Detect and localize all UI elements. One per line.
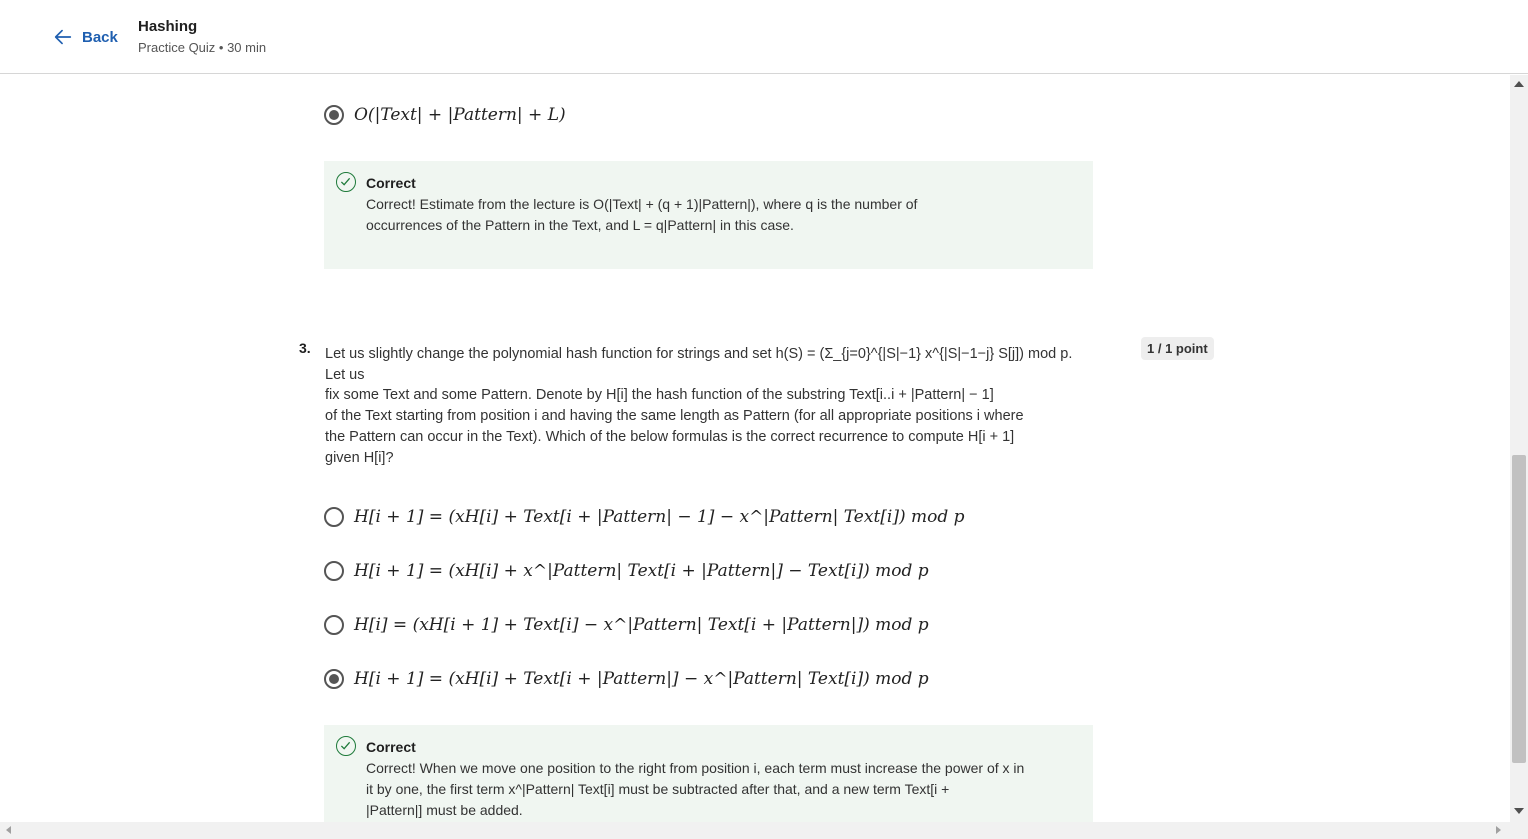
q3-option-4-label: H[i + 1] = (xH[i] + Text[i + |Pattern|] …: [354, 669, 929, 689]
question-number: 3.: [299, 340, 311, 356]
vertical-scrollbar[interactable]: [1510, 75, 1528, 822]
top-bar: Back Hashing Practice Quiz • 30 min: [0, 0, 1528, 74]
radio-unselected-icon[interactable]: [324, 507, 344, 527]
question-line-2: fix some Text and some Pattern. Denote b…: [325, 387, 994, 403]
back-button[interactable]: Back: [52, 26, 118, 48]
scroll-down-arrow-icon[interactable]: [1514, 808, 1524, 814]
question-line-1: Let us slightly change the polynomial ha…: [325, 346, 1073, 383]
q3-feedback-line1: Correct! When we move one position to th…: [366, 760, 1025, 776]
q3-option-2[interactable]: H[i + 1] = (xH[i] + x^|Pattern| Text[i +…: [324, 561, 929, 581]
q2-feedback-title: Correct: [366, 175, 416, 191]
q3-feedback-line2: it by one, the first term x^|Pattern| Te…: [366, 781, 950, 797]
scrollbar-thumb[interactable]: [1512, 455, 1526, 763]
check-circle-icon: [336, 736, 356, 756]
page-title: Hashing: [138, 18, 198, 35]
q3-feedback: Correct Correct! When we move one positi…: [324, 725, 1093, 822]
question-text: Let us slightly change the polynomial ha…: [325, 345, 1095, 469]
scroll-right-arrow-icon[interactable]: [1496, 826, 1501, 834]
q2-feedback-line1: Correct! Estimate from the lecture is O(…: [366, 196, 918, 212]
arrow-left-icon: [54, 29, 72, 45]
page-subtitle: Practice Quiz • 30 min: [138, 40, 267, 55]
back-label: Back: [82, 28, 118, 46]
radio-unselected-icon[interactable]: [324, 561, 344, 581]
q3-option-2-label: H[i + 1] = (xH[i] + x^|Pattern| Text[i +…: [354, 561, 929, 581]
points-badge: 1 / 1 point: [1141, 337, 1214, 360]
q2-option-label: O(|Text| + |Pattern| + L): [354, 105, 566, 125]
question-line-4: the Pattern can occur in the Text). Whic…: [325, 429, 1015, 445]
quiz-content: O(|Text| + |Pattern| + L) Correct Correc…: [0, 75, 1510, 822]
q3-option-1-label: H[i + 1] = (xH[i] + Text[i + |Pattern| −…: [354, 507, 965, 527]
q3-option-4[interactable]: H[i + 1] = (xH[i] + Text[i + |Pattern|] …: [324, 669, 929, 689]
q2-feedback: Correct Correct! Estimate from the lectu…: [324, 161, 1093, 269]
q2-option-selected[interactable]: O(|Text| + |Pattern| + L): [324, 105, 566, 125]
question-line-3: of the Text starting from position i and…: [325, 408, 1024, 424]
radio-selected-icon[interactable]: [324, 105, 344, 125]
check-circle-icon: [336, 172, 356, 192]
radio-unselected-icon[interactable]: [324, 615, 344, 635]
q3-option-3[interactable]: H[i] = (xH[i + 1] + Text[i] − x^|Pattern…: [324, 615, 929, 635]
q3-feedback-line3: |Pattern|] must be added.: [366, 802, 523, 818]
radio-selected-icon[interactable]: [324, 669, 344, 689]
question-line-5: given H[i]?: [325, 450, 394, 466]
q3-option-1[interactable]: H[i + 1] = (xH[i] + Text[i + |Pattern| −…: [324, 507, 965, 527]
horizontal-scrollbar[interactable]: [0, 822, 1528, 839]
scroll-up-arrow-icon[interactable]: [1514, 81, 1524, 87]
q3-option-3-label: H[i] = (xH[i + 1] + Text[i] − x^|Pattern…: [354, 615, 929, 635]
scroll-left-arrow-icon[interactable]: [6, 826, 11, 834]
q3-feedback-title: Correct: [366, 739, 416, 755]
q2-feedback-line2: occurrences of the Pattern in the Text, …: [366, 217, 794, 233]
